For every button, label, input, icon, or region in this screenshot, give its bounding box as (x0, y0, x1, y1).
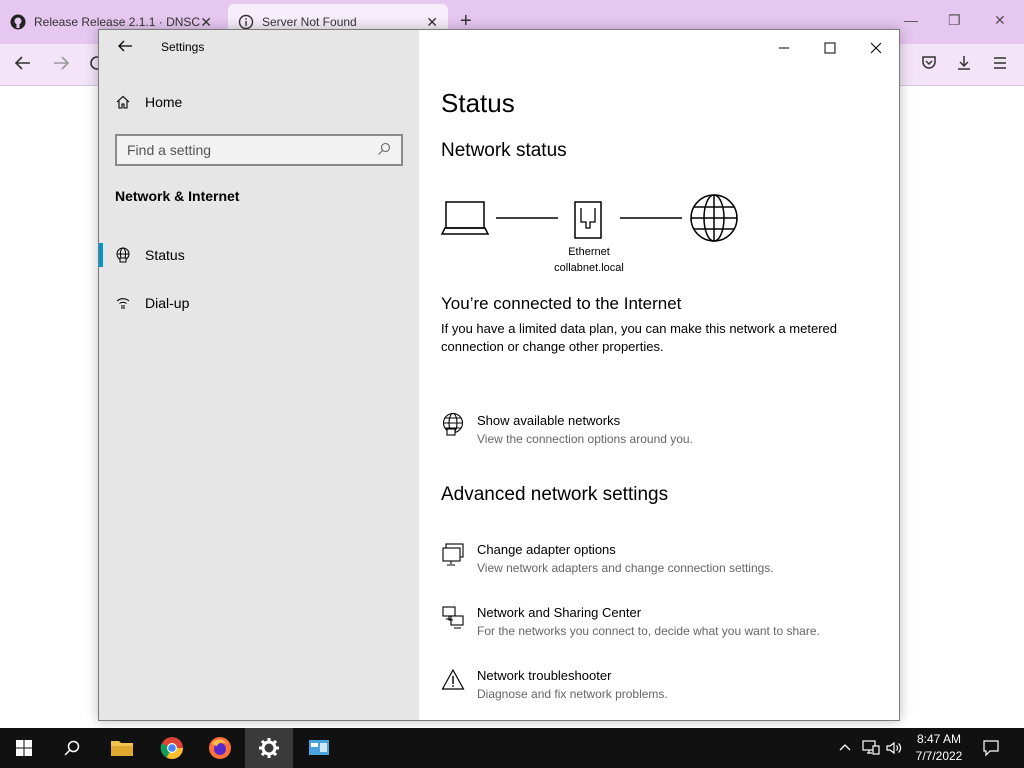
inactive-indicator (99, 291, 103, 315)
start-icon (16, 740, 32, 756)
github-icon (10, 14, 26, 30)
link-subtitle: For the networks you connect to, decide … (477, 624, 820, 638)
volume-icon[interactable] (886, 728, 902, 768)
firefox-icon (209, 737, 231, 759)
taskbar-control-panel[interactable] (295, 728, 343, 768)
taskbar-firefox[interactable] (196, 728, 244, 768)
change-adapter-options-link[interactable]: Change adapter options View network adap… (441, 541, 881, 577)
chevron-up-icon[interactable] (838, 728, 852, 768)
notification-icon[interactable] (982, 728, 1000, 768)
taskbar-chrome[interactable] (148, 728, 196, 768)
settings-sidebar: Settings Home Find a setting Network & I… (99, 30, 419, 720)
home-nav-item[interactable]: Home (115, 94, 182, 110)
page-title: Status (441, 88, 515, 118)
search-icon (377, 142, 391, 159)
network-tray-icon[interactable] (862, 728, 880, 768)
connection-label: Ethernet collabnet.local (547, 244, 631, 276)
search-icon (64, 740, 80, 756)
active-indicator (99, 243, 103, 267)
adapter-icon (441, 541, 467, 577)
settings-content: Status Network status Ethernet collabnet… (419, 30, 899, 720)
link-title: Show available networks (477, 413, 621, 428)
forward-arrow-icon[interactable] (52, 54, 70, 77)
laptop-icon (441, 201, 490, 235)
sidebar-item-status[interactable]: Status (99, 236, 419, 274)
globe-icon (116, 247, 130, 263)
warning-icon (441, 667, 467, 703)
sidebar-item-dialup[interactable]: Dial-up (99, 284, 419, 322)
browser-minimize-button[interactable]: — (904, 12, 918, 28)
back-button[interactable] (115, 36, 135, 56)
control-panel-icon (309, 740, 329, 755)
close-button[interactable] (853, 36, 899, 60)
browser-restore-button[interactable]: ❐ (948, 12, 961, 29)
info-icon (238, 14, 254, 30)
taskbar-settings[interactable] (245, 728, 293, 768)
link-title: Network troubleshooter (477, 668, 612, 683)
home-label: Home (145, 94, 183, 110)
link-title: Network and Sharing Center (477, 605, 642, 620)
dialup-icon (116, 298, 130, 309)
close-tab-icon[interactable]: ✕ (426, 14, 438, 31)
browser-close-button[interactable]: ✕ (994, 12, 1006, 29)
minimize-button[interactable] (761, 36, 807, 60)
clock-time: 8:47 AM (916, 732, 962, 746)
link-subtitle: View network adapters and change connect… (477, 561, 774, 575)
browser-tab-label: Server Not Found (262, 15, 357, 29)
network-status-heading: Network status (441, 140, 567, 161)
pocket-icon[interactable] (920, 54, 938, 77)
globe-icon (690, 194, 738, 242)
chrome-icon (160, 737, 183, 759)
maximize-button[interactable] (807, 36, 853, 60)
link-subtitle: Diagnose and fix network problems. (477, 687, 668, 701)
link-subtitle: View the connection options around you. (477, 432, 693, 446)
taskbar-file-explorer[interactable] (98, 728, 146, 768)
maximize-icon (824, 42, 836, 54)
connected-heading: You’re connected to the Internet (441, 294, 682, 313)
show-networks-link[interactable]: Show available networks View the connect… (441, 412, 881, 448)
clock-date: 7/7/2022 (915, 749, 963, 763)
search-placeholder: Find a setting (127, 142, 212, 158)
connection-name: Ethernet (568, 246, 610, 258)
sidebar-item-label: Status (145, 247, 185, 263)
home-icon (116, 95, 130, 109)
menu-icon[interactable] (991, 54, 1009, 77)
settings-window: Settings Home Find a setting Network & I… (98, 29, 900, 721)
file-explorer-icon (111, 741, 133, 756)
start-button[interactable] (0, 728, 48, 768)
close-tab-icon[interactable]: ✕ (200, 14, 212, 31)
taskbar-search-button[interactable] (48, 728, 96, 768)
sharing-icon (441, 604, 467, 640)
download-icon[interactable] (955, 54, 973, 77)
minimize-icon (779, 47, 789, 49)
taskbar-clock[interactable]: 8:47 AM 7/7/2022 (906, 731, 972, 765)
connected-description: If you have a limited data plan, you can… (441, 321, 837, 354)
search-input[interactable]: Find a setting (115, 134, 403, 166)
settings-gear-icon (259, 738, 279, 758)
taskbar: 8:47 AM 7/7/2022 (0, 728, 1024, 768)
globe-icon (441, 412, 467, 448)
sharing-center-link[interactable]: Network and Sharing Center For the netwo… (441, 604, 881, 640)
browser-tab-label: Release Release 2.1.1 · DNSCryp (34, 15, 201, 29)
ethernet-port-icon (574, 201, 602, 239)
link-title: Change adapter options (477, 542, 616, 557)
advanced-heading: Advanced network settings (441, 484, 669, 505)
network-troubleshooter-link[interactable]: Network troubleshooter Diagnose and fix … (441, 667, 881, 703)
connection-domain: collabnet.local (554, 262, 624, 274)
section-title: Network & Internet (115, 188, 240, 204)
sidebar-item-label: Dial-up (145, 295, 190, 311)
back-arrow-icon[interactable] (14, 54, 32, 77)
back-arrow-icon (118, 40, 132, 52)
window-title: Settings (161, 40, 205, 54)
close-icon (870, 42, 882, 54)
